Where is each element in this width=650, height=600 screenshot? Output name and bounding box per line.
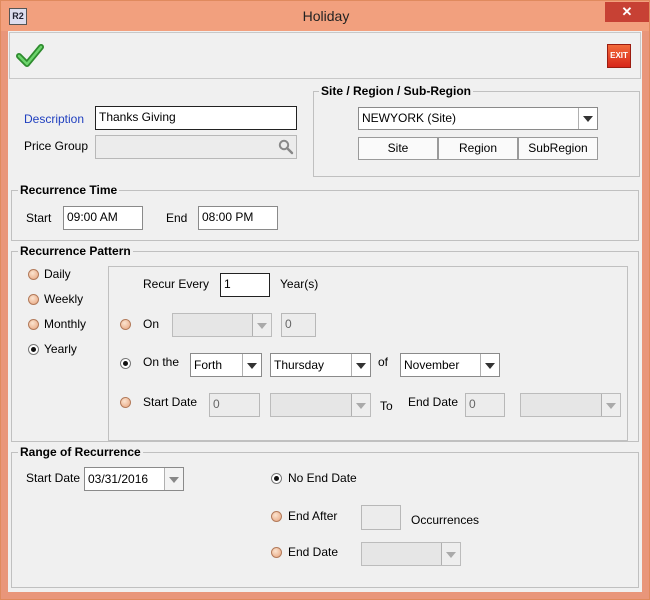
recurrence-time-group: Recurrence Time Start 09:00 AM End 08:00… xyxy=(11,183,639,241)
start-time-label: Start xyxy=(26,211,52,225)
pattern-end-select[interactable] xyxy=(520,393,621,417)
recurrence-pattern-group: Recurrence Pattern Daily Weekly Monthly … xyxy=(11,244,639,442)
close-button[interactable]: ✕ xyxy=(605,2,649,22)
yearly-radio[interactable] xyxy=(28,344,39,355)
range-end-date-picker[interactable] xyxy=(361,542,461,566)
on-radio[interactable] xyxy=(120,319,131,330)
yearly-options-panel: Recur Every 1 Year(s) On 0 On the Forth … xyxy=(108,266,628,441)
recur-unit-label: Year(s) xyxy=(280,277,319,291)
region-button[interactable]: Region xyxy=(438,137,518,160)
start-date-radio[interactable] xyxy=(120,397,131,408)
yearly-label: Yearly xyxy=(44,342,77,356)
month-select[interactable]: November xyxy=(400,353,500,377)
daily-radio[interactable] xyxy=(28,269,39,280)
chevron-down-icon xyxy=(480,354,499,376)
recur-every-field[interactable]: 1 xyxy=(220,273,270,297)
no-end-date-label: No End Date xyxy=(288,471,357,485)
chevron-down-icon xyxy=(252,314,271,336)
no-end-date-radio[interactable] xyxy=(271,473,282,484)
chevron-down-icon xyxy=(578,108,597,129)
recur-every-label: Recur Every xyxy=(143,277,210,291)
of-label: of xyxy=(378,355,389,369)
recurrence-pattern-legend: Recurrence Pattern xyxy=(18,244,133,258)
toolbar: EXIT xyxy=(9,32,641,79)
chevron-down-icon xyxy=(351,394,370,416)
end-after-label: End After xyxy=(288,509,338,523)
window-title: Holiday xyxy=(302,8,350,24)
checkmark-icon[interactable] xyxy=(16,43,44,69)
exit-button[interactable]: EXIT xyxy=(607,44,631,68)
site-region-select[interactable]: NEWYORK (Site) xyxy=(358,107,598,130)
pattern-end-date-label: End Date xyxy=(408,395,459,409)
ordinal-select[interactable]: Forth xyxy=(190,353,262,377)
chevron-down-icon xyxy=(351,354,370,376)
search-icon[interactable] xyxy=(278,139,294,155)
pattern-end-date-field[interactable]: 0 xyxy=(465,393,505,417)
ordinal-value: Forth xyxy=(194,358,223,372)
description-label: Description xyxy=(24,112,85,126)
weekly-radio[interactable] xyxy=(28,294,39,305)
site-region-group: Site / Region / Sub-Region NEWYORK (Site… xyxy=(313,84,640,177)
chevron-down-icon xyxy=(164,468,183,490)
range-end-date-radio[interactable] xyxy=(271,547,282,558)
end-time-field[interactable]: 08:00 PM xyxy=(198,206,278,230)
range-of-recurrence-group: Range of Recurrence Start Date 03/31/201… xyxy=(11,445,639,588)
monthly-label: Monthly xyxy=(44,317,87,331)
start-time-field[interactable]: 09:00 AM xyxy=(63,206,143,230)
on-label: On xyxy=(143,317,160,331)
subregion-button[interactable]: SubRegion xyxy=(518,137,598,160)
title-bar: R2 Holiday ✕ xyxy=(1,1,649,31)
occurrences-label: Occurrences xyxy=(411,513,480,527)
holiday-window: R2 Holiday ✕ EXIT Description Thanks Giv… xyxy=(0,0,650,600)
range-start-date-value: 03/31/2016 xyxy=(88,472,149,486)
pattern-start-select[interactable] xyxy=(270,393,371,417)
end-after-radio[interactable] xyxy=(271,511,282,522)
site-button[interactable]: Site xyxy=(358,137,438,160)
weekday-select[interactable]: Thursday xyxy=(270,353,371,377)
weekly-label: Weekly xyxy=(44,292,84,306)
range-end-date-label: End Date xyxy=(288,545,339,559)
daily-label: Daily xyxy=(44,267,71,281)
site-region-legend: Site / Region / Sub-Region xyxy=(319,84,473,98)
occurrences-field[interactable] xyxy=(361,505,401,530)
description-field[interactable]: Thanks Giving xyxy=(95,106,297,130)
chevron-down-icon xyxy=(601,394,620,416)
chevron-down-icon xyxy=(242,354,261,376)
pattern-start-date-label: Start Date xyxy=(143,395,198,409)
pattern-start-date-field[interactable]: 0 xyxy=(209,393,260,417)
on-the-radio[interactable] xyxy=(120,358,131,369)
to-label: To xyxy=(380,399,393,413)
month-value: November xyxy=(404,358,460,372)
on-day-field[interactable]: 0 xyxy=(281,313,316,337)
dialog-content: EXIT Description Thanks Giving Price Gro… xyxy=(8,31,642,592)
price-group-field[interactable] xyxy=(95,135,297,159)
range-start-date-picker[interactable]: 03/31/2016 xyxy=(84,467,184,491)
price-group-label: Price Group xyxy=(24,139,89,153)
chevron-down-icon xyxy=(441,543,460,565)
end-time-label: End xyxy=(166,211,188,225)
range-legend: Range of Recurrence xyxy=(18,445,143,459)
weekday-value: Thursday xyxy=(274,358,325,372)
site-region-value: NEWYORK (Site) xyxy=(362,111,457,125)
recurrence-time-legend: Recurrence Time xyxy=(18,183,120,197)
monthly-radio[interactable] xyxy=(28,319,39,330)
on-the-label: On the xyxy=(143,355,180,369)
on-month-select[interactable] xyxy=(172,313,272,337)
range-start-date-label: Start Date xyxy=(26,471,81,485)
